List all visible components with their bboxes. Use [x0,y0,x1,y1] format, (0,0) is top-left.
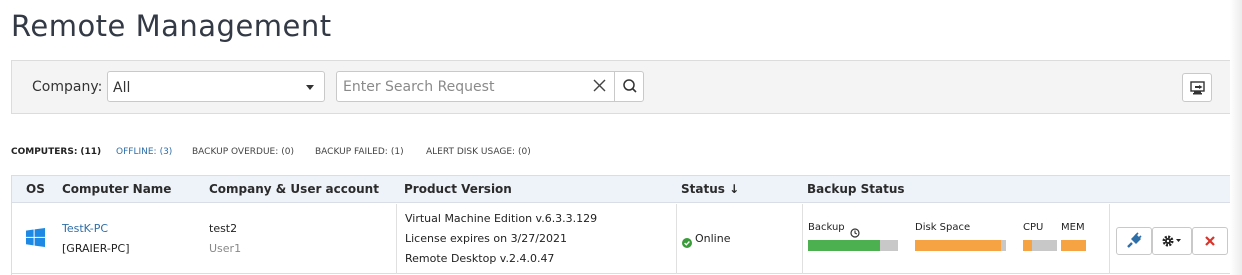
settings-dropdown-button[interactable] [1152,227,1192,255]
counter-alert-disk-usage[interactable]: ALERT DISK USAGE: (0) [426,147,531,157]
backup-label: Backup [808,222,845,233]
cpu-fill [1023,240,1032,251]
table-row: TestK-PC [GRAIER-PC] test2 User1 Virtual… [12,204,1231,274]
monitor-connect-icon [1190,81,1205,95]
search-icon [623,79,637,93]
plug-icon [1127,232,1142,248]
cpu-label: CPU [1023,222,1044,233]
header-company-user[interactable]: Company & User account [209,182,379,196]
mem-label: MEM [1061,222,1085,233]
clear-search-icon[interactable] [585,72,615,101]
close-icon [1205,236,1215,246]
caret-down-icon [1176,239,1181,242]
table-header: OS Computer Name Company & User account … [12,176,1231,203]
company-select-value: All [113,80,131,96]
delete-button[interactable] [1192,227,1228,255]
company-label: Company: [32,79,103,95]
counter-computers[interactable]: COMPUTERS: (11) [11,147,101,157]
remote-connect-button[interactable] [1182,73,1212,102]
remote-desktop-version-line: Remote Desktop v.2.4.0.47 [405,252,555,265]
mem-bar [1061,240,1086,251]
computers-table: OS Computer Name Company & User account … [11,175,1232,275]
counter-backup-overdue[interactable]: BACKUP OVERDUE: (0) [192,147,294,157]
disk-space-bar [915,240,1006,251]
search-box [336,71,644,102]
connect-button[interactable] [1116,227,1152,255]
header-product-version[interactable]: Product Version [404,182,512,196]
mem-fill [1061,240,1086,251]
counter-backup-failed[interactable]: BACKUP FAILED: (1) [315,147,404,157]
status-online: Online [695,232,731,245]
header-computer-name[interactable]: Computer Name [62,182,171,196]
computer-alias: [GRAIER-PC] [62,242,130,255]
cpu-bar [1023,240,1057,251]
search-input[interactable] [337,72,607,101]
backup-progress-bar [808,240,898,251]
chevron-down-icon [306,85,314,90]
filter-bar: Company: All [11,60,1231,114]
search-button[interactable] [614,72,644,101]
counter-offline[interactable]: OFFLINE: (3) [116,147,172,157]
header-backup-status[interactable]: Backup Status [807,182,905,196]
company-name: test2 [209,222,238,235]
backup-progress-fill [808,240,880,251]
computer-name-link[interactable]: TestK-PC [62,222,108,235]
disk-space-fill [915,240,1002,251]
product-version-line: Virtual Machine Edition v.6.3.3.129 [405,212,598,225]
gear-icon [1162,235,1174,247]
disk-space-label: Disk Space [915,222,971,233]
license-expiry-line: License expires on 3/27/2021 [405,232,567,245]
scroll-edge [1230,0,1242,275]
windows-icon [26,228,45,251]
header-status[interactable]: Status ↓ [681,182,739,196]
company-select[interactable]: All [107,71,325,102]
page-title: Remote Management [11,9,332,43]
check-circle-icon [682,233,692,252]
header-os[interactable]: OS [26,182,45,196]
user-account: User1 [209,242,242,255]
